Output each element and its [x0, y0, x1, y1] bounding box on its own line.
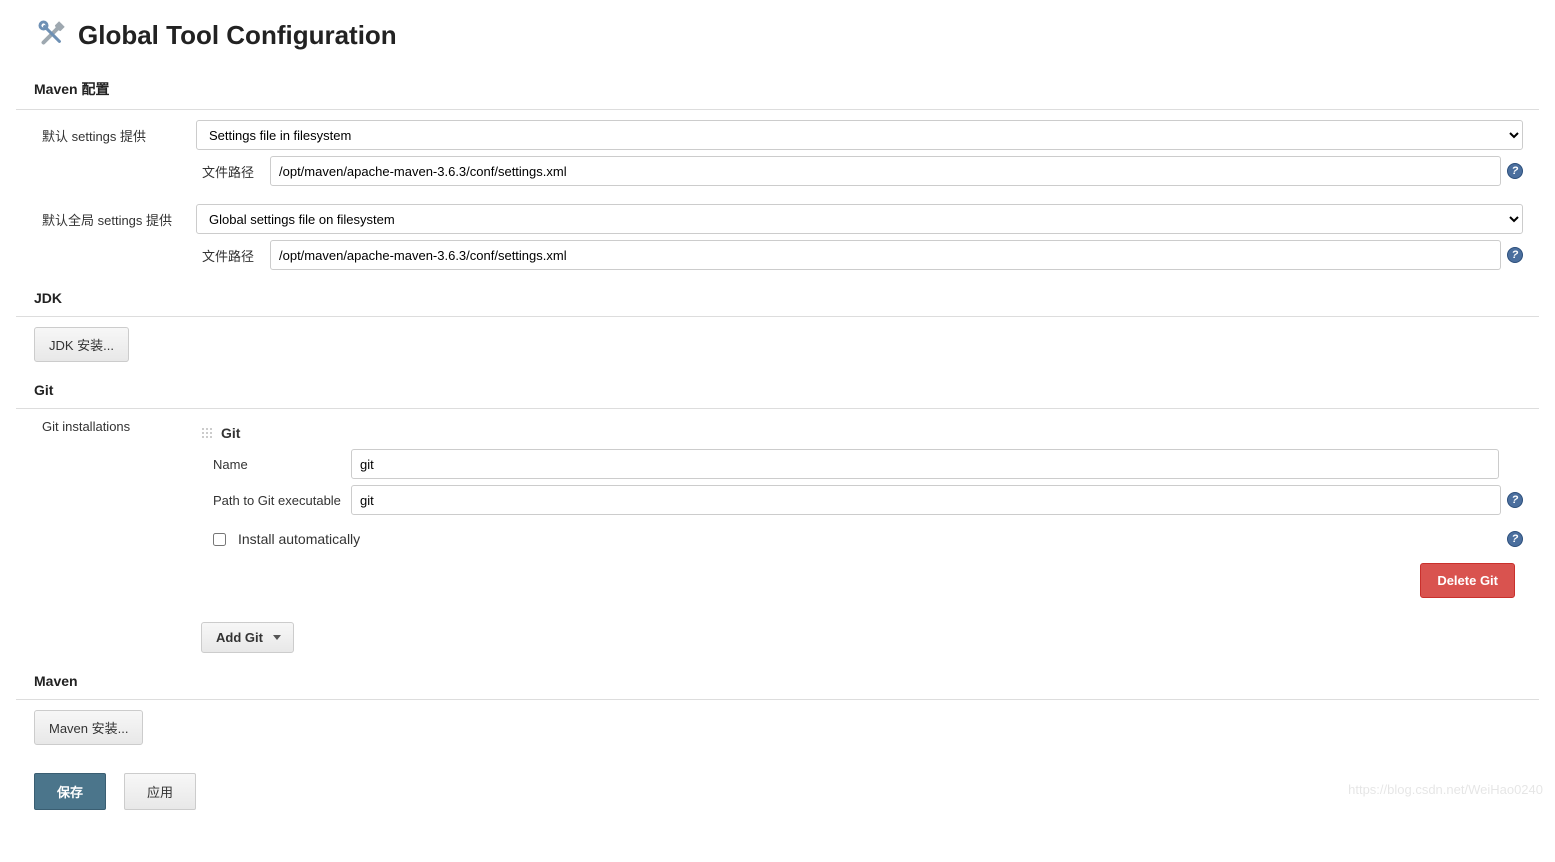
global-file-path-label: 文件路径 — [16, 246, 270, 265]
bottom-button-bar: 保存 应用 — [34, 773, 1539, 810]
maven-section-title: Maven — [34, 673, 1539, 689]
help-icon[interactable]: ? — [1507, 492, 1523, 508]
install-auto-label: Install automatically — [238, 531, 1495, 547]
git-block-title: Git — [221, 425, 240, 441]
maven-config-title: Maven 配置 — [34, 79, 1539, 99]
git-path-input[interactable] — [351, 485, 1501, 515]
git-name-label: Name — [201, 457, 351, 472]
jdk-section-title: JDK — [34, 290, 1539, 306]
divider — [16, 109, 1539, 110]
maven-install-button[interactable]: Maven 安装... — [34, 710, 143, 745]
global-file-path-input[interactable] — [270, 240, 1501, 270]
divider — [16, 408, 1539, 409]
divider — [16, 699, 1539, 700]
maven-config-section: Maven 配置 默认 settings 提供 Settings file in… — [16, 79, 1539, 270]
help-icon[interactable]: ? — [1507, 247, 1523, 263]
default-global-settings-select[interactable]: Global settings file on filesystem — [196, 204, 1523, 234]
install-auto-checkbox[interactable] — [213, 533, 226, 546]
git-installations-label: Git installations — [16, 419, 201, 434]
maven-section: Maven Maven 安装... — [16, 673, 1539, 745]
jdk-section: JDK JDK 安装... — [16, 290, 1539, 362]
delete-git-button[interactable]: Delete Git — [1420, 563, 1515, 598]
add-git-button[interactable]: Add Git — [201, 622, 294, 653]
jdk-install-button[interactable]: JDK 安装... — [34, 327, 129, 362]
apply-button[interactable]: 应用 — [124, 773, 196, 810]
add-git-label: Add Git — [216, 630, 263, 645]
page-title: Global Tool Configuration — [78, 20, 397, 51]
save-button[interactable]: 保存 — [34, 773, 106, 810]
chevron-down-icon — [273, 635, 281, 640]
git-section: Git Git installations Git Name Path to G… — [16, 382, 1539, 653]
default-settings-label: 默认 settings 提供 — [16, 126, 196, 145]
file-path-label: 文件路径 — [16, 162, 270, 181]
tools-icon — [34, 16, 70, 55]
page-header: Global Tool Configuration — [34, 16, 1539, 55]
git-path-label: Path to Git executable — [201, 493, 351, 508]
default-global-settings-label: 默认全局 settings 提供 — [16, 210, 196, 229]
git-section-title: Git — [34, 382, 1539, 398]
file-path-input[interactable] — [270, 156, 1501, 186]
drag-handle-icon[interactable] — [201, 427, 213, 439]
default-settings-select[interactable]: Settings file in filesystem — [196, 120, 1523, 150]
help-icon[interactable]: ? — [1507, 531, 1523, 547]
divider — [16, 316, 1539, 317]
git-name-input[interactable] — [351, 449, 1499, 479]
help-icon[interactable]: ? — [1507, 163, 1523, 179]
